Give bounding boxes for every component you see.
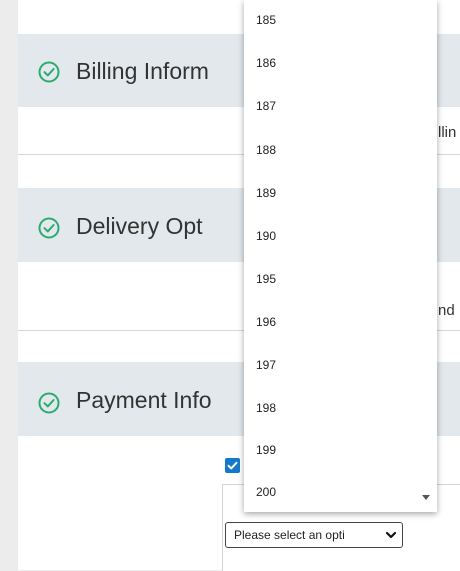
chevron-down-icon [385,531,397,539]
option-select-value: Please select an opti [234,528,345,542]
dropdown-option[interactable]: 189 [256,186,276,200]
select-dropdown-list[interactable]: 185 186 187 188 189 190 195 196 197 198 … [244,0,437,512]
scroll-down-arrow-icon[interactable] [422,495,430,500]
payment-section-title: Payment Info [76,387,212,413]
checkmark-icon [227,461,238,470]
billing-section-text: llin [438,124,457,141]
option-select[interactable]: Please select an opti [225,522,403,548]
delivery-section-title: Delivery Opt [76,213,203,239]
billing-section-title: Billing Inform [76,58,209,84]
dropdown-option[interactable]: 186 [256,56,276,70]
dropdown-option[interactable]: 185 [256,13,276,27]
dropdown-option[interactable]: 199 [256,443,276,457]
dropdown-option[interactable]: 187 [256,99,276,113]
payment-checkbox[interactable] [225,458,240,473]
dropdown-option[interactable]: 196 [256,315,276,329]
check-circle-icon [38,217,60,239]
check-circle-icon [38,61,60,83]
dropdown-option[interactable]: 198 [256,401,276,415]
dropdown-option[interactable]: 197 [256,358,276,372]
delivery-section-text: nd [438,302,455,319]
dropdown-option[interactable]: 200 [256,485,276,499]
dropdown-option[interactable]: 190 [256,229,276,243]
dropdown-option[interactable]: 195 [256,272,276,286]
check-circle-icon [38,392,60,414]
dropdown-option[interactable]: 188 [256,143,276,157]
